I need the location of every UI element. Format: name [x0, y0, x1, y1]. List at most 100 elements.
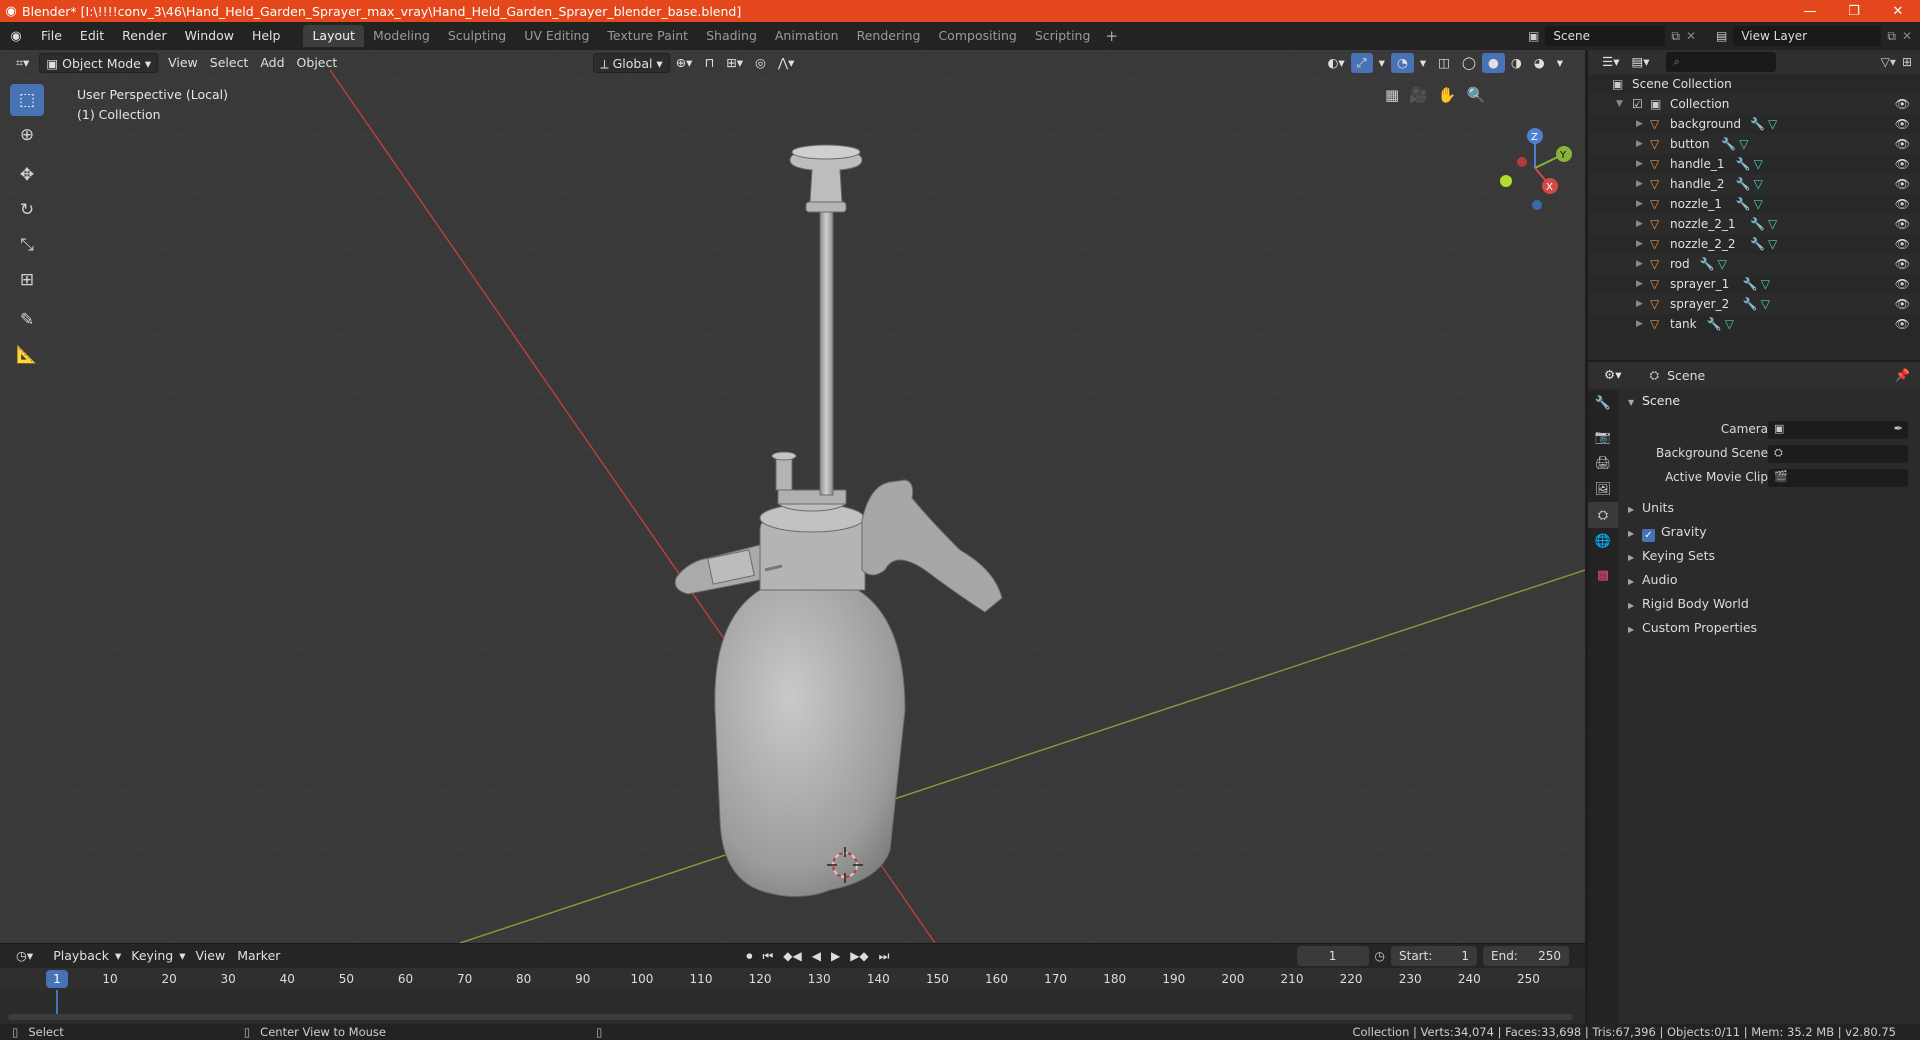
properties-editor-type-icon[interactable]: ⚙▾	[1598, 365, 1627, 385]
expand-arrow-icon[interactable]: ▶	[1636, 154, 1643, 174]
timeline-menu-marker[interactable]: Marker	[231, 946, 286, 966]
gizmo-toggle-icon[interactable]: ⤢	[1350, 53, 1373, 73]
add-workspace-icon[interactable]: +	[1105, 27, 1118, 45]
audio-panel[interactable]: ▶ Audio	[1618, 568, 1920, 592]
maximize-button[interactable]: ❐	[1832, 4, 1876, 19]
expand-arrow-icon[interactable]: ▶	[1636, 134, 1643, 154]
overlay-dropdown-icon[interactable]: ▾	[1414, 53, 1432, 73]
menu-file[interactable]: File	[32, 25, 71, 47]
measure-tool-icon[interactable]: 📐	[10, 339, 44, 371]
modifier-wrench-icon[interactable]: 🔧	[1736, 154, 1751, 174]
active-movie-clip-field[interactable]: 🎬	[1768, 469, 1908, 487]
workspace-tab-layout[interactable]: Layout	[303, 25, 364, 47]
snap-target-icon[interactable]: ⊞▾	[720, 53, 749, 73]
editor-type-icon[interactable]: ⌗▾	[10, 53, 35, 73]
mesh-data-icon[interactable]: ▽	[1754, 194, 1763, 214]
checkbox-icon[interactable]: ☑	[1632, 94, 1643, 114]
expand-arrow-icon[interactable]: ▶	[1636, 274, 1643, 294]
time-preview-icon[interactable]: ◷	[1375, 949, 1385, 963]
blender-menu-icon[interactable]: ◉	[0, 29, 32, 44]
visibility-eye-icon[interactable]: 👁	[1895, 234, 1910, 254]
timeline-menu-playback[interactable]: Playback	[47, 946, 115, 966]
scene-panel-header[interactable]: ▼ Scene	[1618, 390, 1920, 412]
gravity-panel[interactable]: ▶ ✓ Gravity	[1618, 520, 1920, 544]
workspace-tab-texture-paint[interactable]: Texture Paint	[598, 25, 697, 47]
current-frame-marker[interactable]: 1	[46, 970, 68, 988]
rigid-body-world-panel[interactable]: ▶ Rigid Body World	[1618, 592, 1920, 616]
pin-icon[interactable]: 📌	[1895, 368, 1910, 382]
pan-hand-icon[interactable]: ✋	[1438, 86, 1457, 104]
xray-icon[interactable]: ◫	[1432, 53, 1456, 73]
minimize-button[interactable]: —	[1788, 4, 1832, 19]
snap-icon[interactable]: ⊓	[698, 53, 720, 73]
3d-viewport[interactable]: Z Y X ⌗▾ ▣ Object Mode ▾ View Select Add Ob…	[0, 50, 1585, 943]
gizmo-dropdown-icon[interactable]: ▾	[1373, 53, 1391, 73]
outliner-object-handle-2[interactable]: ▶ ▽ handle_2 🔧 ▽ 👁	[1588, 174, 1920, 194]
delete-scene-icon[interactable]: ✕	[1686, 29, 1696, 43]
delete-view-layer-icon[interactable]: ✕	[1902, 29, 1912, 43]
cursor-tool-icon[interactable]: ⊕	[10, 119, 44, 151]
jump-start-icon[interactable]: ⏮	[762, 949, 773, 964]
mesh-data-icon[interactable]: ▽	[1739, 134, 1748, 154]
modifier-wrench-icon[interactable]: 🔧	[1743, 294, 1758, 314]
wireframe-shading-icon[interactable]: ◯	[1456, 53, 1482, 73]
outliner-object-nozzle-1[interactable]: ▶ ▽ nozzle_1 🔧 ▽ 👁	[1588, 194, 1920, 214]
visibility-icon[interactable]: ◐▾	[1321, 53, 1350, 73]
mesh-data-icon[interactable]: ▽	[1761, 294, 1770, 314]
modifier-wrench-icon[interactable]: 🔧	[1750, 234, 1765, 254]
scene-tab-icon[interactable]: ⛭	[1588, 502, 1618, 528]
expand-arrow-icon[interactable]: ▶	[1636, 114, 1643, 134]
menu-window[interactable]: Window	[176, 25, 243, 47]
world-tab-icon[interactable]: 🌐	[1588, 528, 1618, 554]
render-tab-icon[interactable]: 📷	[1588, 424, 1618, 450]
zoom-icon[interactable]: 🔍	[1467, 86, 1486, 104]
outliner-object-sprayer-1[interactable]: ▶ ▽ sprayer_1 🔧 ▽ 👁	[1588, 274, 1920, 294]
outliner-object-nozzle-2-1[interactable]: ▶ ▽ nozzle_2_1 🔧 ▽ 👁	[1588, 214, 1920, 234]
visibility-eye-icon[interactable]: 👁	[1895, 214, 1910, 234]
viewport-menu-add[interactable]: Add	[254, 53, 290, 73]
workspace-tab-scripting[interactable]: Scripting	[1026, 25, 1100, 47]
scene-browse-icon[interactable]: ▣	[1528, 29, 1539, 43]
mode-dropdown[interactable]: ▣ Object Mode ▾	[39, 53, 159, 73]
workspace-tab-sculpting[interactable]: Sculpting	[439, 25, 515, 47]
workspace-tab-modeling[interactable]: Modeling	[364, 25, 439, 47]
visibility-eye-icon[interactable]: 👁	[1895, 114, 1910, 134]
expand-arrow-icon[interactable]: ▶	[1636, 234, 1643, 254]
custom-properties-panel[interactable]: ▶ Custom Properties	[1618, 616, 1920, 640]
outliner-object-rod[interactable]: ▶ ▽ rod 🔧 ▽ 👁	[1588, 254, 1920, 274]
expand-arrow-icon[interactable]: ▶	[1636, 254, 1643, 274]
play-icon[interactable]: ▶	[831, 949, 840, 963]
play-reverse-icon[interactable]: ◀	[812, 949, 821, 963]
texture-tab-icon[interactable]: ▩	[1588, 562, 1618, 588]
visibility-eye-icon[interactable]: 👁	[1895, 314, 1910, 334]
workspace-tab-animation[interactable]: Animation	[766, 25, 848, 47]
menu-help[interactable]: Help	[243, 25, 290, 47]
next-keyframe-icon[interactable]: ▶◆	[850, 949, 868, 963]
visibility-eye-icon[interactable]: 👁	[1895, 94, 1910, 114]
new-scene-icon[interactable]: ⧉	[1671, 29, 1680, 44]
output-tab-icon[interactable]: 🖨	[1588, 450, 1618, 476]
expand-arrow-icon[interactable]: ▶	[1636, 174, 1643, 194]
visibility-eye-icon[interactable]: 👁	[1895, 254, 1910, 274]
units-panel[interactable]: ▶ Units	[1618, 496, 1920, 520]
scale-tool-icon[interactable]: ⤡	[10, 229, 44, 261]
camera-field[interactable]: ▣ ✒	[1768, 421, 1908, 439]
move-tool-icon[interactable]: ✥	[10, 159, 44, 191]
view-layer-browse-icon[interactable]: ▤	[1716, 29, 1727, 43]
viewport-menu-object[interactable]: Object	[291, 53, 344, 73]
record-icon[interactable]: ⏺	[746, 949, 752, 964]
expand-arrow-icon[interactable]: ▼	[1616, 94, 1623, 114]
mesh-data-icon[interactable]: ▽	[1718, 254, 1727, 274]
mesh-data-icon[interactable]: ▽	[1768, 234, 1777, 254]
mesh-data-icon[interactable]: ▽	[1754, 154, 1763, 174]
view-layer-tab-icon[interactable]: 🖼	[1588, 476, 1618, 502]
gizmo-neg-y-icon[interactable]	[1500, 175, 1512, 187]
mesh-data-icon[interactable]: ▽	[1754, 174, 1763, 194]
tool-tab-icon[interactable]: 🔧	[1588, 390, 1618, 416]
outliner-search-input[interactable]: ⌕	[1665, 52, 1776, 72]
expand-arrow-icon[interactable]: ▶	[1636, 294, 1643, 314]
annotate-tool-icon[interactable]: ✎	[10, 304, 44, 336]
display-mode-icon[interactable]: ▤▾	[1625, 52, 1655, 72]
visibility-eye-icon[interactable]: 👁	[1895, 134, 1910, 154]
prev-keyframe-icon[interactable]: ◆◀	[783, 949, 801, 963]
